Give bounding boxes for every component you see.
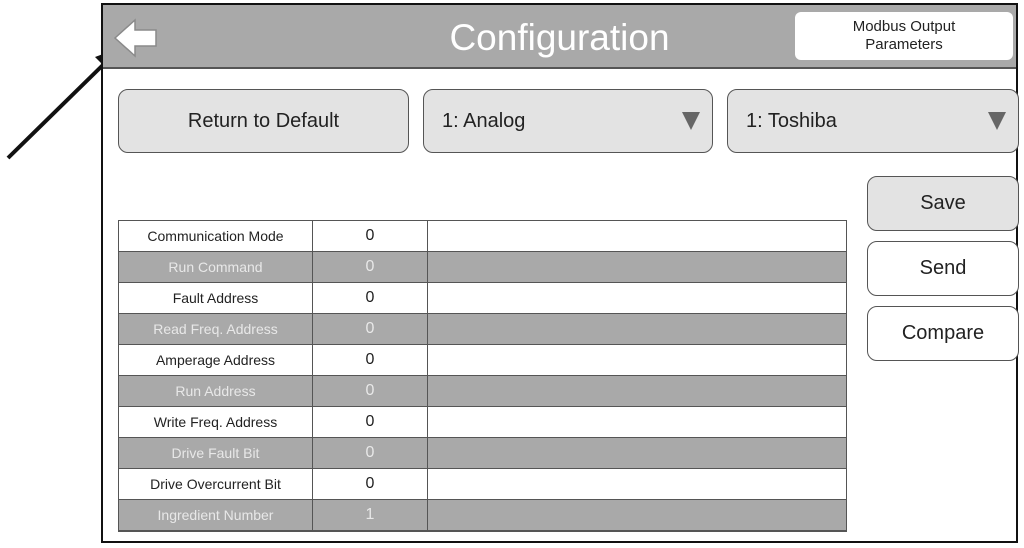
param-name: Communication Mode: [118, 220, 313, 252]
table-row: Write Freq. Address 0: [118, 406, 847, 438]
param-value[interactable]: 0: [312, 313, 428, 345]
param-note: [427, 406, 847, 438]
param-note: [427, 313, 847, 345]
param-note: [427, 282, 847, 314]
param-note: [427, 437, 847, 469]
param-note: [427, 220, 847, 252]
send-button[interactable]: Send: [867, 241, 1019, 296]
return-to-default-button[interactable]: Return to Default: [118, 89, 409, 153]
param-name: Amperage Address: [118, 344, 313, 376]
param-value[interactable]: 0: [312, 437, 428, 469]
configuration-panel: Configuration Modbus Output Parameters R…: [101, 3, 1019, 543]
table-row: Drive Overcurrent Bit 0: [118, 468, 847, 500]
param-note: [427, 344, 847, 376]
param-value[interactable]: 0: [312, 344, 428, 376]
param-name: Drive Overcurrent Bit: [118, 468, 313, 500]
table-row: Ingredient Number 1: [118, 499, 847, 532]
table-row: Run Command 0: [118, 251, 847, 283]
table-row: Amperage Address 0: [118, 344, 847, 376]
param-name: Ingredient Number: [118, 499, 313, 532]
parameters-table: Communication Mode 0 Run Command 0 Fault…: [118, 220, 847, 532]
triangle-down-icon: [682, 112, 700, 130]
back-arrow-icon[interactable]: [113, 17, 159, 59]
table-row: Communication Mode 0: [118, 220, 847, 252]
param-value[interactable]: 0: [312, 251, 428, 283]
param-name: Run Command: [118, 251, 313, 283]
param-value[interactable]: 0: [312, 406, 428, 438]
mode-dropdown-value: 1: Analog: [442, 109, 526, 132]
table-row: Run Address 0: [118, 375, 847, 407]
param-name: Run Address: [118, 375, 313, 407]
table-row: Read Freq. Address 0: [118, 313, 847, 345]
param-name: Fault Address: [118, 282, 313, 314]
param-value[interactable]: 0: [312, 220, 428, 252]
drive-dropdown-value: 1: Toshiba: [746, 109, 837, 132]
table-row: Drive Fault Bit 0: [118, 437, 847, 469]
param-name: Drive Fault Bit: [118, 437, 313, 469]
header-bar: Configuration Modbus Output Parameters: [103, 5, 1016, 69]
param-note: [427, 468, 847, 500]
param-note: [427, 375, 847, 407]
save-button[interactable]: Save: [867, 176, 1019, 231]
param-name: Write Freq. Address: [118, 406, 313, 438]
param-note: [427, 499, 847, 532]
param-name: Read Freq. Address: [118, 313, 313, 345]
triangle-down-icon: [988, 112, 1006, 130]
param-value[interactable]: 0: [312, 282, 428, 314]
param-value[interactable]: 0: [312, 468, 428, 500]
page-label: Modbus Output Parameters: [795, 12, 1013, 60]
param-note: [427, 251, 847, 283]
param-value[interactable]: 0: [312, 375, 428, 407]
mode-dropdown[interactable]: 1: Analog: [423, 89, 713, 153]
param-value[interactable]: 1: [312, 499, 428, 532]
compare-button[interactable]: Compare: [867, 306, 1019, 361]
drive-dropdown[interactable]: 1: Toshiba: [727, 89, 1019, 153]
table-row: Fault Address 0: [118, 282, 847, 314]
